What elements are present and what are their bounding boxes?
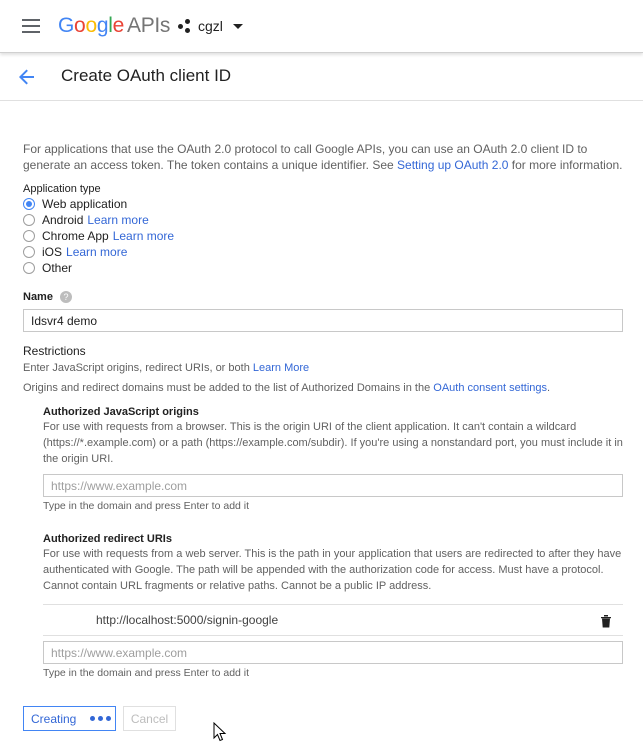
setting-up-oauth-link[interactable]: Setting up OAuth 2.0 [397,158,508,172]
form-actions: Creating Cancel [23,706,176,731]
oauth-consent-settings-link[interactable]: OAuth consent settings [433,382,547,394]
hamburger-menu-icon[interactable] [22,19,40,33]
logo-apis-text: APIs [126,14,171,37]
radio-label: Chrome App [42,229,109,243]
js-origins-title: Authorized JavaScript origins [43,406,199,418]
learn-more-link[interactable]: Learn more [66,245,127,259]
cancel-button[interactable]: Cancel [123,706,176,731]
page-header: Create OAuth client ID [0,53,643,101]
logo-google-text: Google [58,14,124,37]
caret-down-icon [232,23,243,29]
restrictions-title: Restrictions [23,344,86,358]
top-app-bar: Google APIs cgzl [0,0,643,53]
learn-more-restrictions-link[interactable]: Learn More [253,362,309,374]
radio-button[interactable] [23,214,35,226]
learn-more-link[interactable]: Learn more [87,213,148,227]
intro-text: For applications that use the OAuth 2.0 … [23,141,623,173]
logo-letter: e [112,14,125,37]
js-origins-input[interactable] [43,474,623,497]
js-origins-hint: Type in the domain and press Enter to ad… [43,500,250,512]
restrictions-line1-text: Enter JavaScript origins, redirect URIs,… [23,362,253,374]
intro-text-end: for more information. [508,158,623,172]
redirect-uri-row: http://localhost:5000/signin-google [43,604,623,636]
restrictions-line1: Enter JavaScript origins, redirect URIs,… [23,360,623,376]
redirect-uris-description: For use with requests from a web server.… [43,548,622,592]
name-label: Name [23,291,53,303]
restrictions-line2-end: . [547,382,551,394]
project-dots-icon [178,19,192,33]
logo-letter: o [85,14,97,37]
redirect-uris-hint: Type in the domain and press Enter to ad… [43,667,250,679]
radio-button[interactable] [23,262,35,274]
project-selector[interactable]: cgzl [178,18,243,34]
mouse-pointer-icon [213,722,227,742]
trash-icon[interactable] [600,614,612,628]
redirect-uri-text: http://localhost:5000/signin-google [96,613,279,627]
js-origins-section: Authorized JavaScript origins For use wi… [43,406,623,681]
radio-option-ios[interactable]: iOS Learn more [23,244,623,260]
redirect-uris-title: Authorized redirect URIs [43,533,172,545]
radio-label: iOS [42,245,63,259]
radio-label: Web application [42,197,128,211]
project-name: cgzl [198,18,223,34]
radio-button[interactable] [23,230,35,242]
radio-button[interactable] [23,246,35,258]
logo-letter: o [74,14,86,37]
radio-label: Android [42,213,84,227]
creating-label: Creating [31,711,77,726]
google-apis-logo[interactable]: Google APIs [58,14,170,38]
restrictions-line2-text: Origins and redirect domains must be add… [23,382,434,394]
learn-more-link[interactable]: Learn more [113,229,174,243]
js-origins-description: For use with requests from a browser. Th… [43,421,623,465]
logo-letter: G [58,14,75,37]
redirect-uri-list: http://localhost:5000/signin-google [43,604,623,636]
logo-letter: g [96,14,109,37]
application-type-label: Application type [23,183,101,195]
restrictions-line2: Origins and redirect domains must be add… [23,380,623,396]
name-label-row: Name ? [23,291,623,303]
creating-button[interactable]: Creating [23,706,116,731]
application-type-radio-group: Web application Android Learn more Chrome A… [23,196,623,276]
radio-label: Other [42,261,73,275]
radio-option-chrome-app[interactable]: Chrome App Learn more [23,228,623,244]
name-input[interactable] [23,309,623,332]
arrow-left-icon[interactable] [17,67,37,87]
help-circle-icon[interactable]: ? [59,291,72,303]
page-title: Create OAuth client ID [61,66,232,85]
redirect-uris-input[interactable] [43,641,623,664]
form-content: For applications that use the OAuth 2.0 … [23,141,623,681]
radio-option-web-application[interactable]: Web application [23,196,623,212]
radio-button[interactable] [23,198,35,210]
radio-option-other[interactable]: Other [23,260,623,276]
loading-dots-icon [90,716,114,721]
radio-option-android[interactable]: Android Learn more [23,212,623,228]
